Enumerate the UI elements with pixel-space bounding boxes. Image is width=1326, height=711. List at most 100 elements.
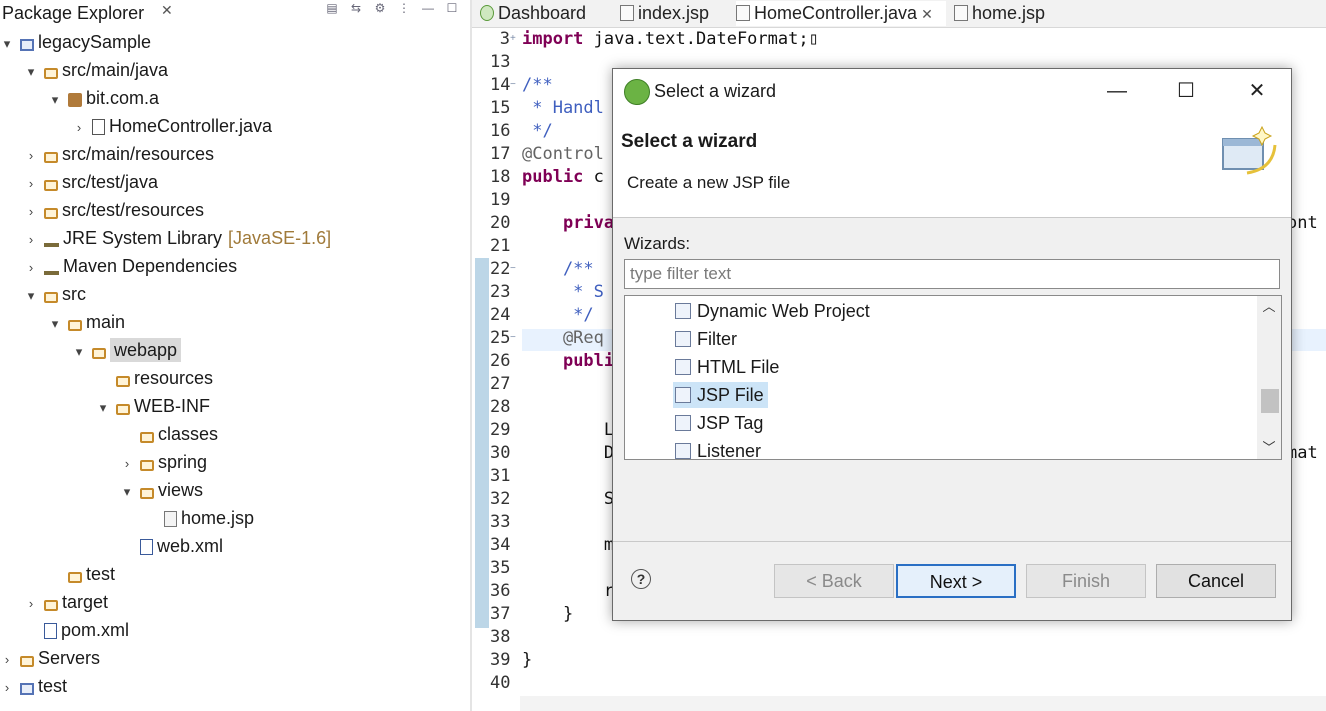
minimize-view-icon[interactable]: — [419, 0, 437, 18]
tree-item[interactable]: › JRE System Library [JavaSE-1.6] [24, 224, 331, 252]
editor-tab-bar: Dashboard index.jsp HomeController.java ✕ ho… [472, 0, 1326, 28]
chevron-down-icon[interactable]: ▾ [72, 338, 86, 366]
chevron-right-icon[interactable]: › [0, 674, 14, 702]
close-button[interactable]: ✕ [1237, 77, 1277, 105]
wizard-item[interactable]: Listener [675, 438, 761, 459]
wizard-item[interactable]: Dynamic Web Project [675, 298, 870, 324]
tree-item[interactable]: › target [24, 588, 108, 616]
line-number: 32 [490, 489, 511, 509]
code-line: D [522, 443, 614, 463]
link-with-editor-icon[interactable]: ⇆ [347, 0, 365, 18]
folder-icon [68, 320, 82, 331]
tree-item-label: legacySample [38, 32, 152, 52]
expand-fold-icon[interactable]: + [510, 33, 516, 44]
tree-item[interactable]: ▾ main [48, 308, 125, 336]
collapse-all-icon[interactable]: ▤ [323, 0, 341, 18]
line-number: 40 [490, 673, 511, 693]
tree-item[interactable]: home.jsp [144, 504, 254, 532]
tree-item[interactable]: › Maven Dependencies [24, 252, 237, 280]
chevron-right-icon[interactable]: › [24, 170, 38, 198]
chevron-right-icon[interactable]: › [0, 646, 14, 674]
chevron-down-icon[interactable]: ▾ [24, 282, 38, 310]
maximize-view-icon[interactable]: ☐ [443, 0, 461, 18]
chevron-down-icon[interactable]: ▾ [24, 58, 38, 86]
tree-item[interactable]: › src/test/java [24, 168, 158, 196]
scroll-down-icon[interactable]: ﹀ [1257, 437, 1281, 459]
tree-item-label: Maven Dependencies [63, 256, 238, 276]
tree-item[interactable]: › src/main/resources [24, 140, 214, 168]
collapse-fold-icon[interactable]: − [510, 332, 516, 343]
finish-button[interactable]: Finish [1026, 564, 1146, 598]
tree-item[interactable]: › test [0, 672, 67, 700]
wizard-tree[interactable]: Dynamic Web Project Filter HTML File JSP Fi… [624, 295, 1282, 460]
tree-item[interactable]: web.xml [120, 532, 223, 560]
editor-tab[interactable]: index.jsp [620, 1, 726, 26]
filters-icon[interactable]: ⚙ [371, 0, 389, 18]
chevron-right-icon[interactable]: › [72, 114, 86, 142]
tree-item-label: src/main/java [62, 60, 169, 80]
horizontal-scrollbar[interactable] [520, 696, 1326, 711]
library-icon [44, 229, 59, 247]
close-tab-icon[interactable]: ✕ [921, 6, 933, 22]
wizard-item[interactable]: JSP Tag [675, 410, 763, 436]
editor-tab[interactable]: Dashboard [480, 1, 610, 26]
chevron-down-icon[interactable]: ▾ [96, 394, 110, 422]
tree-item[interactable]: › HomeController.java [72, 112, 272, 140]
chevron-right-icon[interactable]: › [24, 590, 38, 618]
tree-item[interactable]: ▾ WEB-INF [96, 392, 210, 420]
maximize-button[interactable]: ☐ [1166, 77, 1206, 105]
tree-item[interactable]: › spring [120, 448, 207, 476]
back-button[interactable]: < Back [774, 564, 894, 598]
chevron-right-icon[interactable]: › [24, 198, 38, 226]
tree-item[interactable]: ▾ views [120, 476, 203, 504]
tree-item[interactable]: ▾ legacySample [0, 28, 151, 56]
tree-item[interactable]: ▾ src/main/java [24, 56, 168, 84]
tree-item-label: Servers [38, 648, 101, 668]
package-explorer-tab[interactable]: Package Explorer ✕ ▤ ⇆ ⚙ ⋮ — ☐ [0, 0, 470, 26]
tree-item[interactable]: ▾ src [24, 280, 86, 308]
file-icon [954, 5, 968, 21]
collapse-fold-icon[interactable]: − [510, 263, 516, 274]
wizard-filter-input[interactable] [624, 259, 1280, 289]
code-line: L [522, 420, 614, 440]
chevron-down-icon[interactable]: ▾ [0, 30, 14, 58]
code-token: L [522, 420, 615, 440]
minimize-button[interactable]: — [1097, 77, 1137, 105]
chevron-right-icon[interactable]: › [24, 226, 38, 254]
cancel-button[interactable]: Cancel [1156, 564, 1276, 598]
view-menu-icon[interactable]: ⋮ [395, 0, 413, 18]
wizard-item[interactable]: JSP File [673, 382, 768, 408]
close-icon[interactable]: ✕ [161, 2, 173, 19]
collapse-fold-icon[interactable]: − [510, 79, 516, 90]
editor-tab[interactable]: HomeController.java ✕ [736, 1, 946, 26]
tree-item[interactable]: classes [120, 420, 218, 448]
tree-item-label: bit.com.a [86, 88, 160, 108]
folder-icon [44, 180, 58, 191]
tree-item[interactable]: ▾ bit.com.a [48, 84, 159, 112]
chevron-right-icon[interactable]: › [24, 142, 38, 170]
scroll-up-icon[interactable]: ︿ [1257, 296, 1281, 318]
folder-icon [44, 292, 58, 303]
tree-item[interactable]: ▾ webapp [72, 336, 182, 366]
tree-item[interactable]: › Servers [0, 644, 100, 672]
chevron-right-icon[interactable]: › [24, 254, 38, 282]
chevron-down-icon[interactable]: ▾ [48, 86, 62, 114]
vertical-scrollbar[interactable]: ︿ ﹀ [1257, 296, 1281, 459]
wizard-item[interactable]: Filter [675, 326, 737, 352]
chevron-down-icon[interactable]: ▾ [120, 478, 134, 506]
chevron-right-icon[interactable]: › [120, 450, 134, 478]
editor-tab-label: HomeController.java [754, 3, 918, 23]
tree-item[interactable]: › src/test/resources [24, 196, 204, 224]
tree-item[interactable]: test [48, 560, 115, 588]
editor-tab[interactable]: home.jsp [954, 1, 1054, 26]
help-icon[interactable]: ? [631, 569, 651, 589]
code-token: */ [522, 305, 594, 325]
line-number: 15 [490, 98, 511, 118]
tree-item[interactable]: pom.xml [24, 616, 129, 644]
chevron-down-icon[interactable]: ▾ [48, 310, 62, 338]
dialog-titlebar[interactable]: Select a wizard — ☐ ✕ [613, 69, 1291, 113]
next-button[interactable]: Next > [896, 564, 1016, 598]
scroll-thumb[interactable] [1261, 389, 1279, 413]
wizard-item[interactable]: HTML File [675, 354, 779, 380]
tree-item[interactable]: resources [96, 364, 213, 392]
